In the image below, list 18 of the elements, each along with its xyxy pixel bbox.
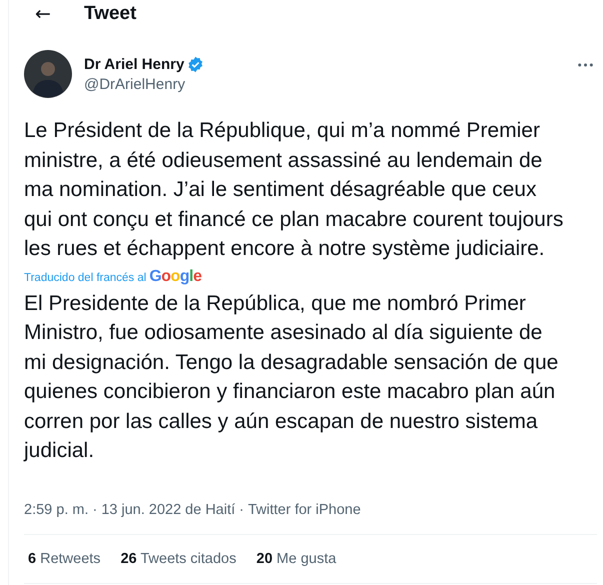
source-text: Twitter for iPhone [248, 502, 361, 518]
author-handle[interactable]: @DrArielHenry [84, 76, 578, 92]
more-icon[interactable] [578, 63, 593, 67]
avatar-icon[interactable] [24, 50, 72, 98]
separator-dot: · [92, 502, 98, 518]
place-text: de Haití [185, 502, 236, 518]
separator-dot: · [239, 502, 244, 518]
translated-text: El Presidente de la República, que me nombró Primer Ministro, fue odiosamente asesinado al día siguiente de mi designación. Tengo la desagradable sensación de que quienes concibieron y financiaron este macabro plan aún corren por las calles y aún escapan de nuestro sistema judicial. [24, 290, 560, 464]
google-logo: Google [149, 268, 202, 286]
stat-link[interactable]: 26 Tweets citados [120, 550, 236, 566]
back-button[interactable]: ← [30, 3, 56, 25]
tweet-text: Le Président de la République, qui m’a nommé Premier ministre, a été odieusement assassiné au lendemain de ma nomination. J’ai le sentiment désagréable que ceux qui ont conçu et financé ce plan macabre courent toujours les rues et échappent encore à notre système judiciaire. [24, 118, 564, 262]
page-title: Tweet [84, 3, 136, 25]
date-link[interactable]: 13 jun. 2022 [101, 502, 182, 518]
time-link[interactable]: 2:59 p. m. [24, 502, 88, 518]
stat-link[interactable]: 20 Me gusta [256, 550, 336, 566]
author-name[interactable]: Dr Ariel Henry [84, 56, 184, 72]
stat-link[interactable]: 6 Retweets [28, 550, 101, 566]
